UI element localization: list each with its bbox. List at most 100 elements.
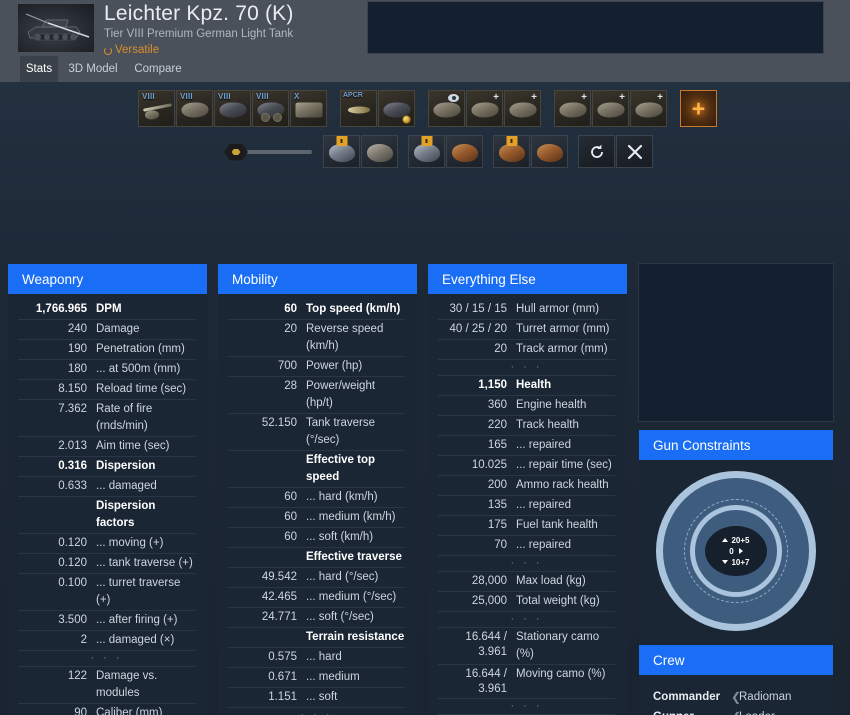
stat-label: Track armor (mm) [516, 343, 608, 355]
add-equipment-button[interactable]: + [680, 90, 717, 127]
equipment-toolbar [224, 135, 653, 168]
stat-row: 0.671 ... medium [228, 668, 405, 688]
crew-role-secondary[interactable]: Loader [739, 711, 775, 715]
lock-icon [506, 136, 517, 146]
consumable-slot-1[interactable] [428, 90, 465, 127]
module-slot-turret[interactable]: VIII [176, 90, 213, 127]
stat-row: 7.362 Rate of fire (rnds/min) [18, 400, 195, 437]
stat-group-header: Effective traverse [228, 548, 405, 568]
stat-label: Reload time (sec) [96, 383, 187, 395]
stat-row: 60 ... soft (km/h) [228, 528, 405, 548]
module-slot-gun[interactable]: VIII [138, 90, 175, 127]
stat-value: 60 [284, 491, 297, 503]
page-header: Leichter Kpz. 70 (K) Tier VIII Premium G… [0, 0, 850, 56]
stat-row: 175 Fuel tank health [438, 516, 615, 536]
directive-slot-3[interactable]: + [630, 90, 667, 127]
plus-icon: + [493, 92, 499, 103]
crew-skill-slider[interactable] [224, 137, 314, 167]
swap-equipment-button[interactable] [616, 135, 653, 168]
stat-group-header: Dispersion factors [18, 497, 195, 534]
stat-row: 200 Ammo rack health [438, 476, 615, 496]
consumable-slot-2[interactable]: + [466, 90, 503, 127]
stat-label: ... hard (°/sec) [306, 571, 379, 583]
stat-value: 60 [284, 303, 297, 315]
reset-equipment-button[interactable] [578, 135, 615, 168]
stat-value: 52.150 [261, 417, 297, 429]
stat-row: 3.500 ... after firing (+) [18, 611, 195, 631]
gold-coin-badge [402, 115, 411, 124]
module-slot-radio[interactable]: X [290, 90, 327, 127]
stat-row: 2.013 Aim time (sec) [18, 437, 195, 457]
equipment-slot-4[interactable] [446, 135, 483, 168]
stat-row: 0.316 Dispersion [18, 457, 195, 477]
stat-row: 0.100 ... turret traverse (+) [18, 574, 195, 611]
stat-value: 16.644 / 3.961 [465, 668, 507, 695]
equipment-slot-3[interactable] [408, 135, 445, 168]
stat-row: 10.025 ... repair time (sec) [438, 456, 615, 476]
consumable-icon [509, 102, 536, 118]
panel-everything-else: Everything Else 30 / 15 / 15 Hull armor (… [428, 264, 627, 715]
panel-title-crew: Crew [639, 645, 833, 675]
module-slot-suspension[interactable]: VIII [252, 90, 289, 127]
module-slot-engine[interactable]: VIII [214, 90, 251, 127]
gun-breech-shape [144, 110, 159, 120]
equipment-slot-6[interactable] [531, 135, 568, 168]
stat-label: Damage vs. modules [96, 670, 158, 699]
stat-value: 180 [67, 363, 87, 375]
separator-dots: · · · [510, 613, 543, 625]
stat-value: 1,766.965 [35, 303, 87, 315]
stat-row: 60 Top speed (km/h) [228, 300, 405, 320]
tab-compare[interactable]: Compare [128, 56, 188, 82]
stat-label: Dispersion factors [96, 500, 156, 529]
stat-row: 52.150 Tank traverse (°/sec) [228, 414, 405, 451]
stat-row: 16.644 / 3.961 Stationary camo (%) [438, 628, 615, 665]
equipment-slot-1[interactable] [323, 135, 360, 168]
versatile-icon [104, 46, 112, 55]
equipment-slot-2[interactable] [361, 135, 398, 168]
stat-row: 60 ... hard (km/h) [228, 488, 405, 508]
stat-row: 8.150 Reload time (sec) [18, 380, 195, 400]
equipment-slot-5[interactable] [493, 135, 530, 168]
consumable-slot-3[interactable]: + [504, 90, 541, 127]
plus-icon: + [657, 92, 663, 103]
stat-group-header: Terrain resistance [228, 628, 405, 648]
module-tier-label: VIII [256, 92, 269, 101]
stat-value: 0.120 [58, 557, 87, 569]
stat-value: 60 [284, 531, 297, 543]
swap-icon [627, 144, 642, 159]
stat-label: Aim time (sec) [96, 440, 170, 452]
stat-label: ... at 500m (mm) [96, 363, 181, 375]
stat-label: Terrain resistance [306, 631, 405, 643]
stat-value: 1.151 [268, 691, 297, 703]
slider-handle[interactable] [224, 143, 248, 161]
tab-stats[interactable]: Stats [20, 56, 58, 82]
equipment-group-3 [493, 135, 568, 168]
stat-row: 1,150 Health [438, 376, 615, 396]
tab-3d-model[interactable]: 3D Model [62, 56, 124, 82]
equipment-icon [498, 144, 525, 163]
triangle-right-icon [738, 548, 743, 554]
module-group-consumables: + + [428, 90, 541, 127]
equipment-group-2 [408, 135, 483, 168]
crew-divider-icon: ❮ [731, 690, 742, 704]
stat-label: Hull armor (mm) [516, 303, 600, 315]
crew-role-primary[interactable]: Gunner [653, 711, 731, 715]
shell-slot-he[interactable] [378, 90, 415, 127]
stat-value: 1,150 [478, 379, 507, 391]
tank-thumbnail[interactable] [18, 4, 94, 52]
stat-value: 190 [67, 343, 87, 355]
crew-divider-icon: ❮ [731, 710, 741, 715]
shell-slot-apcr[interactable]: APCR [340, 90, 377, 127]
directive-slot-2[interactable]: + [592, 90, 629, 127]
stat-row: 42.465 ... medium (°/sec) [228, 588, 405, 608]
directive-slot-1[interactable]: + [554, 90, 591, 127]
crew-role-secondary[interactable]: Radioman [739, 691, 791, 703]
stat-row: 20 Track armor (mm) [438, 340, 615, 360]
equipment-group-1 [323, 135, 398, 168]
crew-role-primary[interactable]: Commander [653, 691, 731, 703]
stat-value: 28,000 [471, 575, 507, 587]
stat-row: 122 Damage vs. modules [18, 667, 195, 704]
stat-value: 25,000 [471, 595, 507, 607]
stat-label: ... medium (°/sec) [306, 591, 397, 603]
equipment-icon [413, 144, 440, 163]
